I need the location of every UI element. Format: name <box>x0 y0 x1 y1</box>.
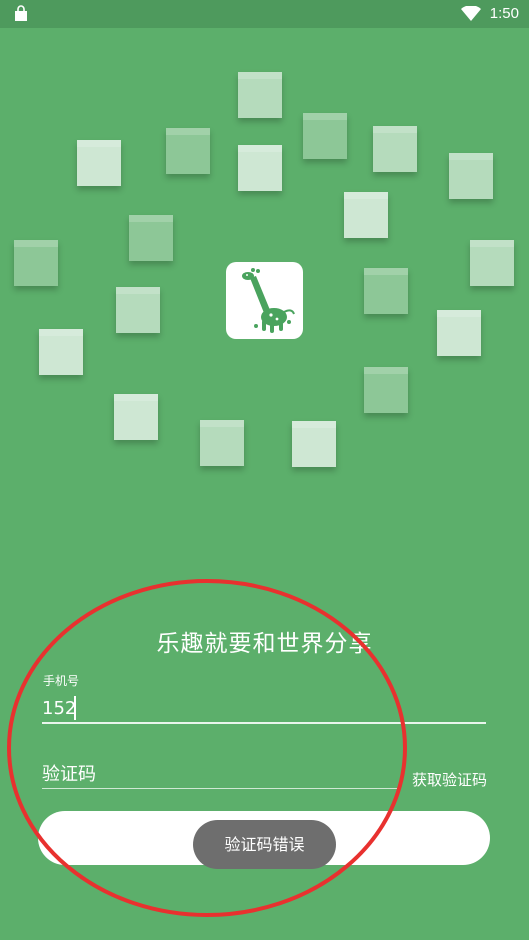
phone-input[interactable] <box>42 694 486 724</box>
error-toast: 验证码错误 <box>193 820 336 869</box>
decor-tile <box>364 268 408 314</box>
decor-tile <box>238 72 282 118</box>
shopping-bag-icon <box>15 5 27 21</box>
giraffe-logo-icon <box>242 268 295 333</box>
decor-tile <box>116 287 160 333</box>
status-time: 1:50 <box>489 5 519 22</box>
decor-tile <box>77 140 121 186</box>
slogan-text: 乐趣就要和世界分享 <box>156 631 373 657</box>
verification-code-input[interactable] <box>42 760 398 789</box>
decor-tile <box>166 128 210 174</box>
get-verification-code-button[interactable]: 获取验证码 <box>412 770 487 790</box>
decor-tile <box>449 153 493 199</box>
decor-tile <box>373 126 417 172</box>
status-bar: 1:50 <box>0 0 529 28</box>
login-screen: 1:50 乐趣就要和世界分享 手机号 152 验证码 获取验证码 验证码错误 <box>0 0 529 940</box>
decor-tile <box>129 215 173 261</box>
decor-tile <box>437 310 481 356</box>
decor-tile <box>238 145 282 191</box>
decor-tile <box>292 421 336 467</box>
phone-field-label: 手机号 <box>43 674 80 688</box>
text-caret <box>74 696 76 720</box>
decor-tile <box>470 240 514 286</box>
decor-tile <box>14 240 58 286</box>
decor-tile <box>200 420 244 466</box>
decor-tile <box>114 394 158 440</box>
decor-tile <box>303 113 347 159</box>
decor-tile <box>364 367 408 413</box>
app-logo <box>226 262 303 339</box>
wifi-icon <box>461 6 481 21</box>
decor-tile <box>39 329 83 375</box>
decor-tile <box>344 192 388 238</box>
